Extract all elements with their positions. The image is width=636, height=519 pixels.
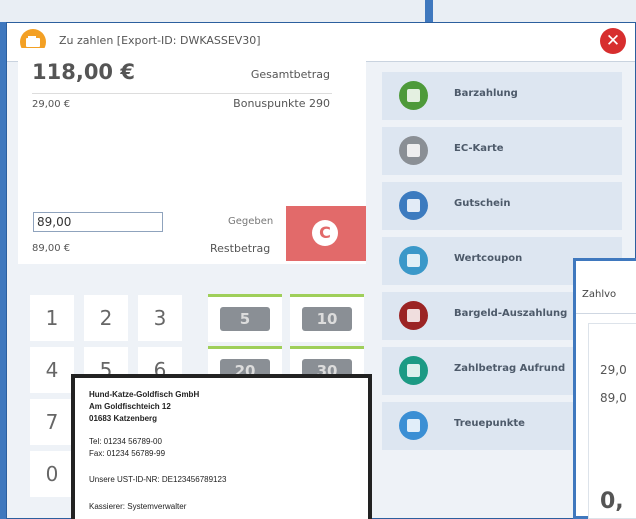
key-7[interactable]: 7 <box>30 399 74 445</box>
voucher-icon <box>399 191 428 220</box>
overlapping-dialog-title: Zahlvo <box>582 289 617 300</box>
sub-amount: 29,00 € <box>32 99 71 110</box>
round-up-icon <box>399 356 428 385</box>
payment-label: EC-Karte <box>454 143 504 154</box>
clear-icon: C <box>312 220 338 246</box>
cash-register-icon <box>399 81 428 110</box>
close-button[interactable]: ✕ <box>600 28 626 54</box>
total-amount: 118,00 € <box>32 60 135 84</box>
given-label: Gegeben <box>228 216 274 227</box>
key-0[interactable]: 0 <box>30 451 74 497</box>
bonus-points: Bonuspunkte 290 <box>233 97 330 110</box>
divider <box>32 93 332 94</box>
banknote-icon: 10 <box>302 307 352 331</box>
payment-label: Zahlbetrag Aufrund <box>454 363 566 374</box>
overlapping-total: 0, <box>600 489 624 514</box>
payment-label: Wertcoupon <box>454 253 523 264</box>
payment-label: Barzahlung <box>454 88 518 99</box>
overlapping-dialog-header: Zahlvo <box>576 261 636 314</box>
payment-ec-karte[interactable]: EC-Karte <box>382 127 622 175</box>
given-amount-input[interactable] <box>33 212 163 232</box>
payment-label: Bargeld-Auszahlung <box>454 308 568 319</box>
payment-barzahlung[interactable]: Barzahlung <box>382 72 622 120</box>
window-gap <box>425 0 433 22</box>
receipt-preview: Hund-Katze-Goldfisch GmbH Am Goldfischte… <box>71 374 372 519</box>
receipt-cashier: Kassierer: Systemverwalter <box>89 502 187 511</box>
total-label: Gesamtbetrag <box>250 68 330 81</box>
card-icon <box>399 136 428 165</box>
overlapping-dialog: Zahlvo 29,0 89,0 0, <box>573 258 636 519</box>
payment-gutschein[interactable]: Gutschein <box>382 182 622 230</box>
coupon-icon <box>399 246 428 275</box>
cash-note-5[interactable]: 5 <box>208 294 282 342</box>
receipt-vat: Unsere UST-ID-NR: DE123456789123 <box>89 475 227 484</box>
rest-amount: 89,00 € <box>32 243 71 254</box>
receipt-company: Hund-Katze-Goldfisch GmbH <box>89 390 200 399</box>
payment-label: Treuepunkte <box>454 418 525 429</box>
payment-summary: 118,00 € Gesamtbetrag 29,00 € Bonuspunkt… <box>18 48 366 264</box>
banknote-icon: 5 <box>220 307 270 331</box>
dialog-title: Zu zahlen [Export-ID: DWKASSEV30] <box>59 34 261 47</box>
receipt-tel: Tel: 01234 56789-00 <box>89 437 162 446</box>
background-window <box>0 0 636 22</box>
loyalty-icon <box>399 411 428 440</box>
payment-label: Gutschein <box>454 198 511 209</box>
overlapping-amount: 89,0 <box>600 391 627 405</box>
key-1[interactable]: 1 <box>30 295 74 341</box>
receipt-city: 01683 Katzenberg <box>89 414 158 423</box>
cash-note-10[interactable]: 10 <box>290 294 364 342</box>
key-2[interactable]: 2 <box>84 295 128 341</box>
rest-label: Restbetrag <box>210 242 271 255</box>
cash-out-icon <box>399 301 428 330</box>
overlapping-amount: 29,0 <box>600 363 627 377</box>
clear-button[interactable]: C <box>286 206 366 261</box>
receipt-street: Am Goldfischteich 12 <box>89 402 171 411</box>
receipt-fax: Fax: 01234 56789-99 <box>89 449 166 458</box>
key-3[interactable]: 3 <box>138 295 182 341</box>
key-4[interactable]: 4 <box>30 347 74 393</box>
